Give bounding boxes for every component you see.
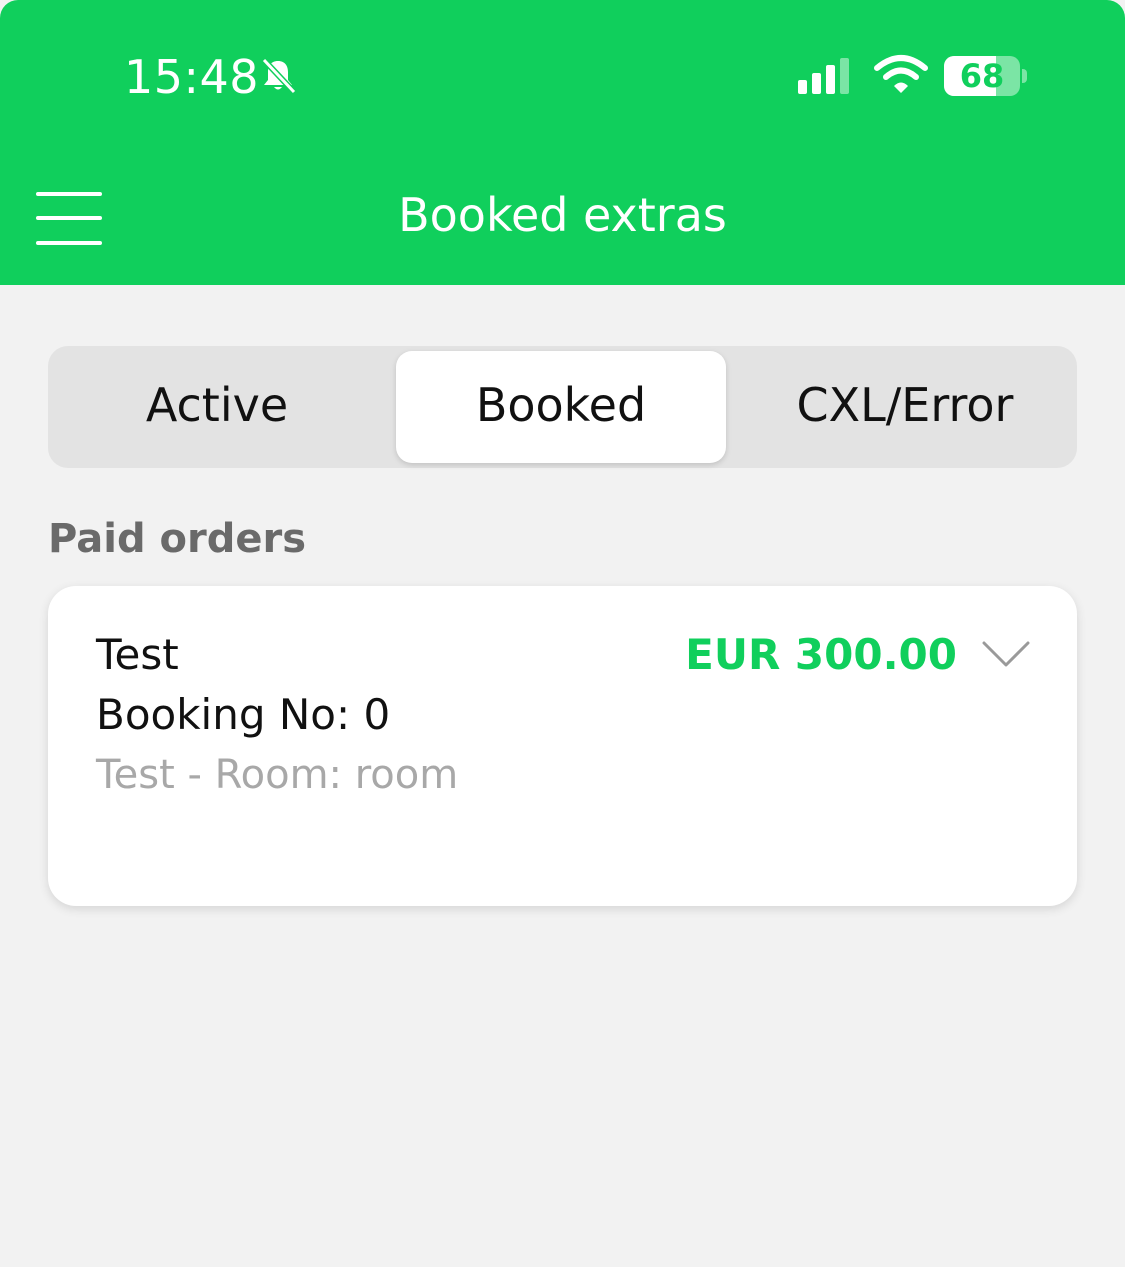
tab-segmented-control: Active Booked CXL/Error — [48, 346, 1077, 468]
order-price: EUR 300.00 — [685, 630, 957, 679]
chevron-down-icon[interactable] — [982, 640, 1030, 668]
cellular-signal-icon — [798, 58, 849, 94]
battery-nub — [1022, 69, 1027, 83]
order-subtitle: Test - Room: room — [96, 752, 459, 798]
page-title: Booked extras — [398, 188, 727, 242]
battery-icon: 68 — [944, 56, 1020, 96]
section-title-paid-orders: Paid orders — [48, 516, 307, 562]
tab-booked[interactable]: Booked — [396, 351, 726, 463]
order-card[interactable]: Test Booking No: 0 Test - Room: room EUR… — [48, 586, 1077, 906]
app-header: 15:48 68 Booked extras — [0, 0, 1125, 285]
bell-slash-icon — [261, 57, 297, 95]
tab-cxl-error[interactable]: CXL/Error — [748, 346, 1062, 468]
order-booking-number: Booking No: 0 — [96, 690, 391, 739]
wifi-icon — [874, 55, 928, 93]
order-title: Test — [96, 630, 179, 679]
tab-active[interactable]: Active — [60, 346, 374, 468]
status-time: 15:48 — [124, 50, 260, 104]
battery-level-text: 68 — [959, 57, 1005, 95]
